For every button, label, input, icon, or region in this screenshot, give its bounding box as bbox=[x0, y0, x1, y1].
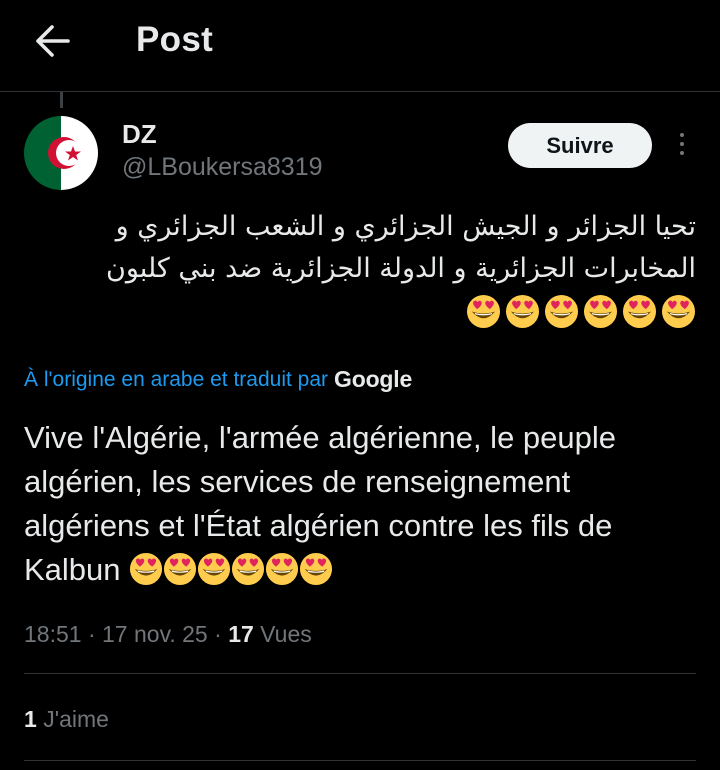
heart-eyes-emoji bbox=[661, 294, 696, 329]
emoji-row bbox=[466, 294, 696, 329]
heart-eyes-emoji bbox=[299, 552, 333, 586]
likes-divider bbox=[24, 760, 696, 761]
header-divider bbox=[0, 91, 720, 92]
algeria-flag-avatar[interactable] bbox=[24, 116, 98, 190]
follow-button[interactable]: Suivre bbox=[508, 123, 652, 168]
likes-count: 1 bbox=[24, 706, 37, 732]
page-title: Post bbox=[136, 20, 214, 59]
heart-eyes-emoji bbox=[622, 294, 657, 329]
author-handle[interactable]: @LBoukersa8319 bbox=[122, 153, 323, 182]
heart-eyes-emoji bbox=[231, 552, 265, 586]
views-label: Vues bbox=[260, 621, 312, 647]
heart-eyes-emoji bbox=[466, 294, 501, 329]
heart-eyes-emoji bbox=[129, 552, 163, 586]
arrow-left-icon bbox=[36, 25, 70, 57]
top-bar: Post bbox=[0, 0, 720, 88]
heart-eyes-emoji bbox=[544, 294, 579, 329]
heart-eyes-emoji bbox=[197, 552, 231, 586]
post-meta: 18:51 · 17 nov. 25 · 17 Vues bbox=[24, 621, 312, 648]
post-translated-text: Vive l'Algérie, l'armée algérienne, le p… bbox=[24, 416, 704, 592]
post-date[interactable]: 17 nov. 25 bbox=[102, 621, 208, 647]
heart-eyes-emoji bbox=[265, 552, 299, 586]
back-button[interactable] bbox=[34, 24, 74, 58]
thread-connector-line bbox=[60, 92, 63, 108]
translation-note-text: À l'origine en arabe et traduit par bbox=[24, 367, 329, 391]
post-time[interactable]: 18:51 bbox=[24, 621, 82, 647]
likes-link[interactable]: 1 J'aime bbox=[24, 706, 109, 733]
more-vertical-icon[interactable] bbox=[668, 130, 696, 164]
author-display-name[interactable]: DZ bbox=[122, 119, 157, 150]
meta-separator: · bbox=[87, 621, 103, 647]
post-original-text: تحيا الجزائر و الجيش الجزائري و الشعب ال… bbox=[24, 206, 696, 342]
heart-eyes-emoji bbox=[163, 552, 197, 586]
translation-note[interactable]: À l'origine en arabe et traduit par Goog… bbox=[24, 366, 412, 393]
meta-separator: · bbox=[214, 621, 229, 647]
views-count: 17 bbox=[228, 621, 254, 647]
heart-eyes-emoji bbox=[583, 294, 618, 329]
google-logo: Google bbox=[334, 366, 413, 392]
likes-label: J'aime bbox=[43, 706, 109, 732]
meta-divider bbox=[24, 673, 696, 674]
post-text-line: المخابرات الجزائرية و الدولة الجزائرية ض… bbox=[106, 253, 696, 284]
heart-eyes-emoji bbox=[505, 294, 540, 329]
post-text-line: تحيا الجزائر و الجيش الجزائري و الشعب ال… bbox=[115, 211, 696, 242]
